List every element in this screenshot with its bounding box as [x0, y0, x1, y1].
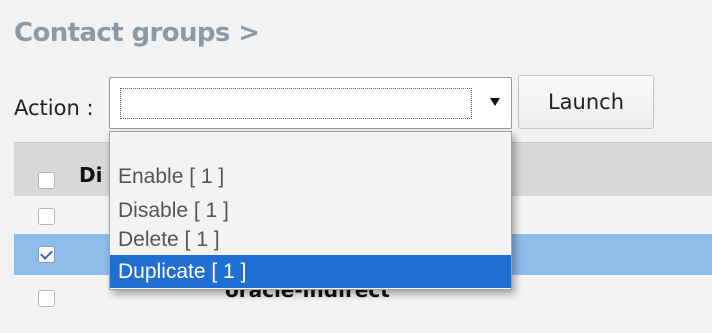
option-disable[interactable]: Disable [ 1 ] — [110, 195, 511, 226]
action-dropdown-list: Enable [ 1 ] Disable [ 1 ] Delete [ 1 ] … — [109, 131, 512, 290]
option-enable[interactable]: Enable [ 1 ] — [110, 161, 511, 192]
column-header[interactable]: Di — [79, 163, 102, 187]
launch-button[interactable]: Launch — [518, 75, 654, 129]
option-delete[interactable]: Delete [ 1 ] — [110, 224, 511, 255]
row-checkbox[interactable] — [38, 290, 55, 307]
chevron-down-icon[interactable] — [490, 98, 500, 106]
option-duplicate[interactable]: Duplicate [ 1 ] — [110, 255, 511, 288]
row-checkbox-checked[interactable] — [38, 246, 55, 263]
checkmark-icon — [40, 247, 53, 260]
page-title[interactable]: Contact groups > — [14, 18, 260, 48]
action-select-focus-ring — [120, 88, 472, 119]
select-all-checkbox[interactable] — [38, 172, 55, 189]
row-checkbox[interactable] — [38, 208, 55, 225]
action-label: Action : — [14, 96, 94, 120]
